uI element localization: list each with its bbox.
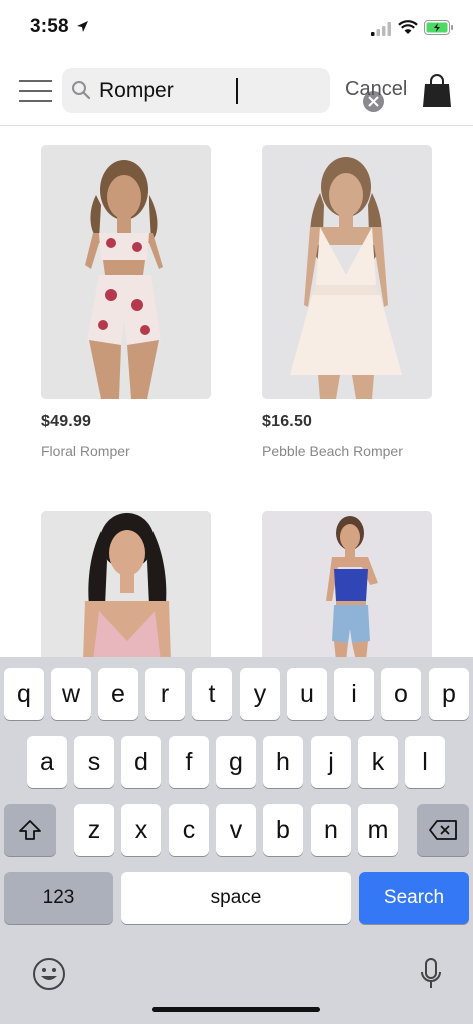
home-indicator (152, 1007, 320, 1012)
product-name[interactable]: Floral Romper (41, 443, 130, 459)
product-card[interactable]: $16.50 Pebble Beach Romper (262, 145, 432, 459)
status-time: 3:58 (30, 16, 69, 37)
product-image[interactable] (262, 145, 432, 399)
microphone-icon[interactable] (420, 957, 442, 991)
cancel-button[interactable]: Cancel (345, 78, 407, 101)
key-w[interactable]: w (51, 668, 91, 720)
search-input[interactable] (99, 74, 299, 107)
cellular-signal-icon (371, 22, 391, 36)
location-arrow-icon (77, 21, 88, 32)
shift-key[interactable] (4, 804, 56, 856)
key-f[interactable]: f (169, 736, 209, 788)
key-r[interactable]: r (145, 668, 185, 720)
product-price: $49.99 (41, 413, 92, 430)
key-n[interactable]: n (311, 804, 351, 856)
battery-icon (424, 20, 453, 35)
status-bar: 3:58 (0, 0, 473, 56)
search-icon (72, 81, 91, 100)
key-b[interactable]: b (263, 804, 303, 856)
product-card[interactable]: $49.99 Floral Romper (41, 145, 211, 459)
key-i[interactable]: i (334, 668, 374, 720)
key-j[interactable]: j (311, 736, 351, 788)
key-c[interactable]: c (169, 804, 209, 856)
key-a[interactable]: a (27, 736, 67, 788)
shopping-bag-icon[interactable] (422, 74, 452, 108)
key-p[interactable]: p (429, 668, 469, 720)
wifi-icon (398, 20, 418, 34)
key-s[interactable]: s (74, 736, 114, 788)
search-header: Cancel (0, 56, 473, 126)
search-key[interactable]: Search (359, 872, 469, 924)
backspace-key[interactable] (417, 804, 469, 856)
hamburger-menu-icon[interactable] (19, 80, 52, 102)
key-z[interactable]: z (74, 804, 114, 856)
key-d[interactable]: d (121, 736, 161, 788)
text-caret (236, 78, 238, 104)
key-l[interactable]: l (405, 736, 445, 788)
key-t[interactable]: t (192, 668, 232, 720)
key-k[interactable]: k (358, 736, 398, 788)
search-bar[interactable] (62, 68, 384, 113)
key-y[interactable]: y (240, 668, 280, 720)
emoji-icon[interactable] (32, 957, 66, 991)
product-price: $16.50 (262, 413, 313, 430)
product-name[interactable]: Pebble Beach Romper (262, 443, 403, 459)
on-screen-keyboard: q w e r t y u i o p a s d f g h j k l z … (0, 657, 473, 1024)
product-image[interactable] (41, 145, 211, 399)
key-o[interactable]: o (381, 668, 421, 720)
shift-icon (19, 820, 41, 840)
key-v[interactable]: v (216, 804, 256, 856)
key-m[interactable]: m (358, 804, 398, 856)
key-g[interactable]: g (216, 736, 256, 788)
key-x[interactable]: x (121, 804, 161, 856)
numbers-key[interactable]: 123 (4, 872, 113, 924)
key-e[interactable]: e (98, 668, 138, 720)
space-key[interactable]: space (121, 872, 351, 924)
backspace-icon (429, 820, 457, 840)
key-q[interactable]: q (4, 668, 44, 720)
key-u[interactable]: u (287, 668, 327, 720)
key-h[interactable]: h (263, 736, 303, 788)
